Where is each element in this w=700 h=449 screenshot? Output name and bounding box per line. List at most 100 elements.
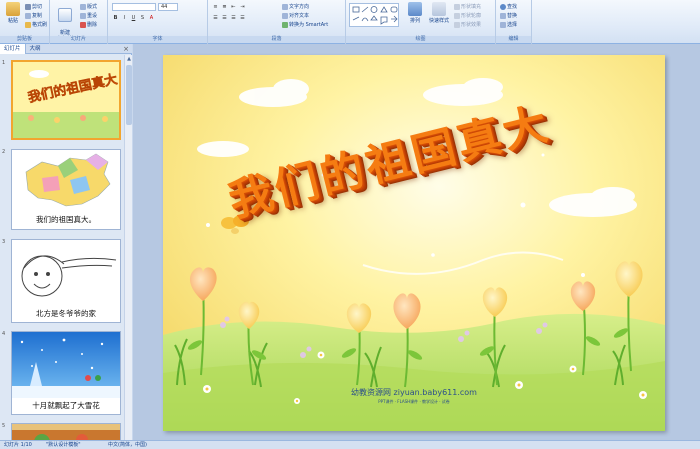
align-right-icon[interactable]: ☰ (230, 15, 237, 22)
font-group: 44 B I U S A 字体 (108, 0, 208, 44)
editing-group: 查找 替换 选择 编辑 (496, 0, 532, 44)
thumbnail-number: 2 (2, 149, 6, 155)
slide-watermark: 幼教资源网 ziyuan.baby611.com (351, 388, 477, 397)
ribbon: 粘贴 剪切 复制 格式刷 剪贴板 新建 幻灯片 版式 重设 (0, 0, 700, 44)
slide-watermark-sub: PPT课件 · FLASH课件 · 教学设计 · 试卷 (378, 399, 450, 404)
shapes-gallery[interactable] (349, 3, 399, 27)
align-row: ☰ ☰ ☰ ☰ (212, 15, 246, 22)
justify-icon[interactable]: ☰ (239, 15, 246, 22)
slide-counter: 幻灯片 1/10 (4, 442, 32, 448)
shape-outline-button[interactable]: 形状轮廓 (454, 12, 481, 19)
align-left-icon[interactable]: ☰ (212, 15, 219, 22)
select-button[interactable]: 选择 (500, 21, 517, 28)
text-direction-button[interactable]: 文字方向 (282, 3, 309, 10)
shape-effects-button[interactable]: 形状效果 (454, 21, 481, 28)
italic-button[interactable]: I (121, 15, 128, 22)
align-center-icon[interactable]: ☰ (221, 15, 228, 22)
clipboard-group-label: 剪贴板 (0, 36, 49, 43)
font-color-button[interactable]: A (148, 15, 155, 22)
paste-icon (6, 2, 20, 16)
cut-button[interactable]: 剪切 (25, 3, 42, 10)
close-icon[interactable]: × (123, 45, 129, 53)
paragraph-group-label: 段落 (208, 36, 345, 43)
format-painter-button[interactable]: 格式刷 (25, 21, 47, 28)
font-group-label: 字体 (108, 36, 207, 43)
status-bar: 幻灯片 1/10 "默认设计模板" 中文(简体，中国) (0, 440, 700, 449)
text-direction-icon (282, 3, 288, 10)
new-slide-button[interactable]: 新建 幻灯片 (54, 2, 76, 42)
quick-styles-button[interactable]: 快速样式 (428, 2, 450, 34)
reset-button[interactable]: 重设 (80, 12, 97, 19)
scrollbar-thumb[interactable] (126, 65, 132, 125)
brush-icon (25, 21, 31, 28)
font-format-row: B I U S A (112, 15, 155, 22)
decrease-indent-icon[interactable]: ⇤ (230, 4, 237, 11)
slide-background (163, 55, 665, 431)
thumbnail-number: 4 (2, 331, 6, 337)
thumbnail-number: 1 (2, 60, 6, 66)
thumbnail-slide-3[interactable]: 北方是冬爷爷的家 (11, 239, 121, 323)
increase-indent-icon[interactable]: ⇥ (239, 4, 246, 11)
magnifier-icon (500, 3, 506, 10)
thumbnail-slide-2[interactable]: 我们的祖国真大。 (11, 149, 121, 230)
smartart-button[interactable]: 转换为 SmartArt (282, 21, 328, 28)
arrange-button[interactable]: 排列 (404, 2, 426, 34)
bullets-icon[interactable]: ≡ (212, 4, 219, 11)
smartart-icon (282, 21, 288, 28)
copy-icon (25, 12, 31, 19)
thumbnail-scrollbar[interactable]: ▲ (124, 55, 132, 440)
thumbnail-slide-4[interactable]: 十月就飘起了大雪花 (11, 331, 121, 415)
slide-canvas[interactable]: 我们的祖国真大 幼教资源网 ziyuan.baby611.com PPT课件 ·… (163, 55, 665, 431)
slides-group: 新建 幻灯片 版式 重设 删除 幻灯片 (50, 0, 108, 44)
thumbnail-slide-1[interactable]: 我们的祖国真大 (11, 60, 121, 140)
numbering-icon[interactable]: ≣ (221, 4, 228, 11)
thumbnail-4-image (12, 332, 120, 398)
thumbnail-caption: 北方是冬爷爷的家 (36, 309, 96, 318)
delete-slide-button[interactable]: 删除 (80, 21, 97, 28)
thumbnail-2-image (12, 150, 120, 214)
thumbnail-3-image (12, 240, 120, 306)
reset-icon (80, 12, 86, 19)
strikethrough-button[interactable]: S (139, 15, 146, 22)
slides-panel: 幻灯片 大纲 × 1 我们的祖国真大 2 我们的祖国真大。 3 北方是冬爷爷的家… (0, 44, 132, 440)
paragraph-group: ≡ ≣ ⇤ ⇥ ☰ ☰ ☰ ☰ 文字方向 对齐文本 转换为 SmartArt 段… (208, 0, 346, 44)
thumbnail-number: 5 (2, 423, 6, 429)
align-text-button[interactable]: 对齐文本 (282, 12, 309, 19)
drawing-group-label: 绘图 (346, 36, 495, 43)
thumbnail-number: 3 (2, 239, 6, 245)
slides-group-label: 幻灯片 (50, 36, 107, 43)
layout-icon (80, 3, 86, 10)
thumbnail-list: 1 我们的祖国真大 2 我们的祖国真大。 3 北方是冬爷爷的家 4 十月就飘起了… (0, 55, 124, 440)
delete-icon (80, 21, 86, 28)
drawing-group: 排列 快速样式 形状填充 形状轮廓 形状效果 绘图 (346, 0, 496, 44)
copy-button[interactable]: 复制 (25, 12, 42, 19)
tab-outline[interactable]: 大纲 (26, 44, 45, 54)
quick-styles-icon (432, 2, 446, 16)
slide-editing-area: 我们的祖国真大 幼教资源网 ziyuan.baby611.com PPT课件 ·… (133, 44, 700, 440)
language-indicator[interactable]: 中文(简体，中国) (108, 441, 147, 449)
font-size-select[interactable]: 44 (158, 3, 178, 11)
underline-button[interactable]: U (130, 15, 137, 22)
replace-button[interactable]: 替换 (500, 12, 517, 19)
cursor-icon (500, 21, 506, 28)
layout-button[interactable]: 版式 (80, 3, 97, 10)
editing-group-label: 编辑 (496, 36, 531, 43)
shapes-icon (352, 6, 398, 25)
clipboard-group: 粘贴 剪切 复制 格式刷 剪贴板 (0, 0, 50, 44)
scissors-icon (25, 3, 31, 10)
scroll-up-icon[interactable]: ▲ (125, 55, 133, 63)
shape-fill-button[interactable]: 形状填充 (454, 3, 481, 10)
paint-bucket-icon (454, 3, 460, 10)
align-text-icon (282, 12, 288, 19)
panel-tabs: 幻灯片 大纲 × (0, 44, 132, 54)
paste-button[interactable]: 粘贴 (2, 2, 24, 34)
arrange-icon (408, 2, 422, 16)
thumbnail-5-image (12, 424, 120, 440)
font-name-select[interactable] (112, 3, 156, 11)
replace-icon (500, 12, 506, 19)
thumbnail-slide-5[interactable] (11, 423, 121, 440)
find-button[interactable]: 查找 (500, 3, 517, 10)
bold-button[interactable]: B (112, 15, 119, 22)
effects-icon (454, 21, 460, 28)
tab-slides[interactable]: 幻灯片 (0, 44, 26, 54)
